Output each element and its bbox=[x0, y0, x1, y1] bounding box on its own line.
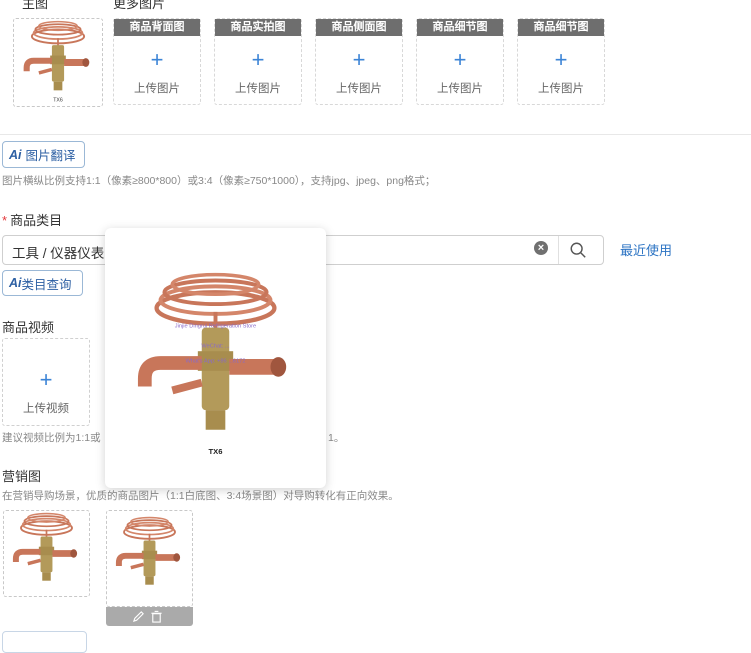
plus-icon: + bbox=[453, 47, 467, 72]
product-image bbox=[107, 515, 192, 600]
delete-icon[interactable] bbox=[150, 610, 163, 623]
plus-icon: + bbox=[39, 367, 53, 392]
product-model-label: TX6 bbox=[53, 98, 63, 104]
image-slot-side[interactable]: 商品侧面图 + 上传图片 bbox=[315, 18, 403, 105]
image-slot-real-shot[interactable]: 商品实拍图 + 上传图片 bbox=[214, 18, 302, 105]
upload-image-label: 上传图片 bbox=[538, 83, 584, 95]
more-images-label: 更多图片 bbox=[113, 0, 166, 11]
marketing-hint: 在营销导购场景，优质的商品图片（1:1白底图、3:4场景图）对导购转化有正向效果… bbox=[2, 490, 399, 502]
image-slot-detail-2[interactable]: 商品细节图 + 上传图片 bbox=[517, 18, 605, 105]
product-image bbox=[4, 511, 89, 596]
plus-icon: + bbox=[150, 47, 164, 72]
video-title: 商品视频 bbox=[2, 320, 55, 335]
marketing-image-1x1[interactable] bbox=[3, 510, 90, 597]
image-translate-button[interactable]: Ai 图片翻译 bbox=[2, 141, 85, 168]
video-hint-tail: 1。 bbox=[328, 432, 345, 444]
clear-icon[interactable]: × bbox=[534, 241, 548, 255]
main-image-thumbnail[interactable]: TX6 bbox=[13, 18, 103, 107]
upload-image-label: 上传图片 bbox=[437, 83, 483, 95]
search-divider bbox=[558, 236, 559, 264]
category-query-label: 类目查询 bbox=[21, 277, 72, 292]
image-translate-label: 图片翻译 bbox=[25, 149, 76, 163]
upload-image-label: 上传图片 bbox=[134, 83, 180, 95]
image-slot-detail-1[interactable]: 商品细节图 + 上传图片 bbox=[416, 18, 504, 105]
required-mark: * bbox=[2, 213, 8, 228]
slot-title: 商品细节图 bbox=[417, 19, 503, 36]
upload-image-label: 上传图片 bbox=[336, 83, 382, 95]
plus-icon: + bbox=[251, 47, 265, 72]
watermark-text: Jinjie Dingrui Refrigeration Store bbox=[175, 324, 256, 330]
category-query-button[interactable]: Ai 类目查询 bbox=[2, 270, 83, 296]
product-image: TX6 bbox=[14, 19, 102, 104]
upload-video-label: 上传视频 bbox=[23, 403, 69, 415]
ai-icon: Ai bbox=[9, 276, 22, 290]
image-ratio-hint: 图片横纵比例支持1:1（像素≥800*800）或3:4（像素≥750*1000）… bbox=[2, 175, 436, 187]
product-image-large: Jinjie Dingrui Refrigeration Store WeCha… bbox=[105, 236, 326, 456]
slot-title: 商品细节图 bbox=[518, 19, 604, 36]
search-icon[interactable] bbox=[569, 241, 587, 259]
plus-icon: + bbox=[352, 47, 366, 72]
image-slot-back[interactable]: 商品背面图 + 上传图片 bbox=[113, 18, 201, 105]
plus-icon: + bbox=[554, 47, 568, 72]
slot-title: 商品侧面图 bbox=[316, 19, 402, 36]
section-divider bbox=[0, 134, 751, 135]
category-title: * 商品类目 bbox=[2, 210, 62, 229]
edit-icon[interactable] bbox=[132, 610, 145, 623]
upload-image-label: 上传图片 bbox=[235, 83, 281, 95]
slot-title: 商品背面图 bbox=[114, 19, 200, 36]
marketing-image-3x4[interactable] bbox=[106, 510, 193, 607]
watermark-text: WeChat: ... bbox=[201, 343, 230, 349]
video-hint: 建议视频比例为1:1或 bbox=[2, 432, 101, 444]
product-model-label: TX6 bbox=[209, 447, 223, 456]
category-title-text: 商品类目 bbox=[10, 213, 63, 228]
image-preview-popover: Jinjie Dingrui Refrigeration Store WeCha… bbox=[105, 228, 326, 488]
recent-used-link[interactable]: 最近使用 bbox=[620, 240, 672, 259]
watermark-text: What's App: +86 ...6172 bbox=[185, 359, 245, 365]
category-value: 工具 / 仪器仪表 bbox=[12, 246, 105, 261]
ai-icon: Ai bbox=[9, 147, 22, 162]
slot-title: 商品实拍图 bbox=[215, 19, 301, 36]
main-image-label: 主图 bbox=[22, 0, 49, 11]
marketing-title: 营销图 bbox=[2, 469, 42, 484]
bottom-partial-button[interactable] bbox=[2, 631, 87, 653]
